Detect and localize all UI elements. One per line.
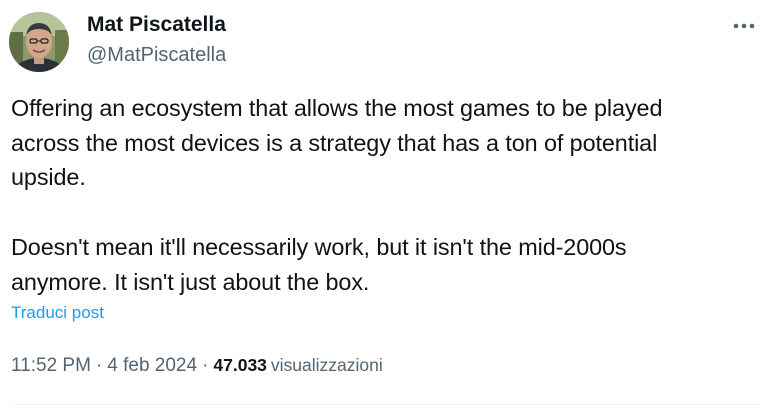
tweet-time[interactable]: 11:52 PM [11, 355, 91, 376]
tweet: Mat Piscatella @MatPiscatella Offering a… [0, 0, 772, 410]
more-options-button[interactable] [726, 12, 762, 40]
tweet-date[interactable]: 4 feb 2024 [107, 355, 197, 376]
views-count: 47.033 [213, 355, 267, 375]
meta-separator: · [202, 355, 209, 376]
more-horizontal-icon [733, 23, 755, 29]
avatar[interactable] [9, 12, 69, 72]
views-label: visualizzazioni [270, 355, 383, 375]
author-display-name[interactable]: Mat Piscatella [87, 13, 226, 37]
tweet-text: Offering an ecosystem that allows the mo… [11, 95, 663, 295]
profile-photo-icon [9, 12, 69, 72]
translate-post-link[interactable]: Traduci post [11, 303, 104, 323]
divider [11, 404, 761, 405]
tweet-meta: 11:52 PM · 4 feb 2024 · 47.033 visualizzazion… [11, 355, 383, 377]
meta-separator: · [95, 355, 103, 376]
author-handle[interactable]: @MatPiscatella [87, 44, 226, 67]
